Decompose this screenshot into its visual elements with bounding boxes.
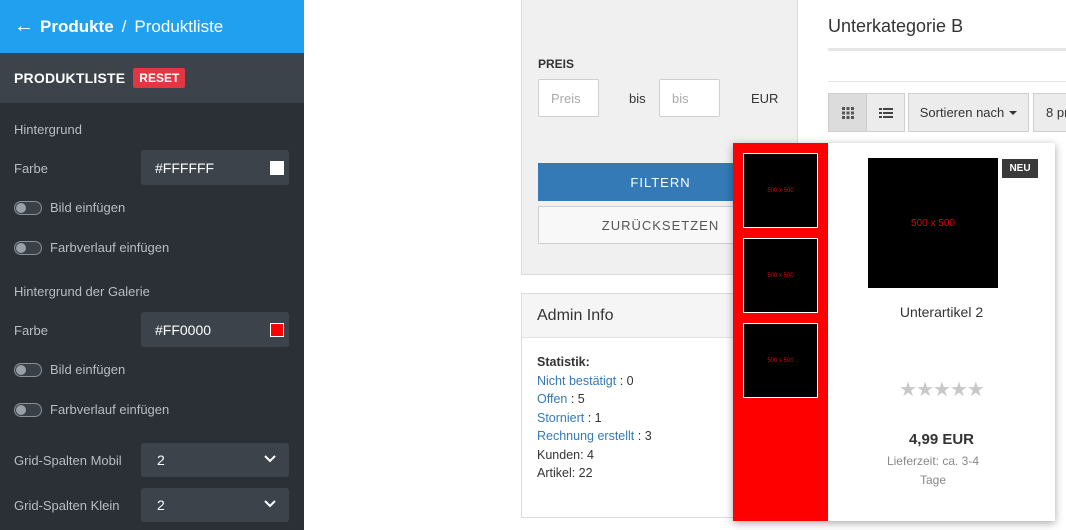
gallery-color-value: #FF0000 xyxy=(155,321,212,338)
customizer-sidebar: ← Produkte / Produktliste PRODUKTLISTE R… xyxy=(0,0,304,530)
grid-small-label: Grid-Spalten Klein xyxy=(14,498,120,513)
caret-down-icon xyxy=(1009,110,1018,115)
gallery-thumbnail[interactable]: 500 x 500 xyxy=(743,323,818,398)
sort-dropdown[interactable]: Sortieren nach xyxy=(908,93,1029,132)
arrow-left-icon[interactable]: ← xyxy=(14,15,34,38)
toggle-switch[interactable] xyxy=(14,362,42,377)
toggle-switch[interactable] xyxy=(14,240,42,255)
toggle-insert-image[interactable]: Bild einfügen xyxy=(14,200,125,215)
stat-value: : 3 xyxy=(634,429,652,443)
sort-label: Sortieren nach xyxy=(919,105,1005,120)
breadcrumb: ← Produkte / Produktliste xyxy=(0,0,304,53)
product-price: 4,99 EUR xyxy=(908,431,975,448)
list-view-button[interactable] xyxy=(866,93,905,132)
grid-mobile-label: Grid-Spalten Mobil xyxy=(14,453,122,468)
price-from-input[interactable]: Preis xyxy=(538,79,599,117)
toggle-switch[interactable] xyxy=(14,200,42,215)
product-image[interactable]: 500 x 500 xyxy=(868,158,998,288)
color-label: Farbe xyxy=(14,161,48,176)
color-label: Farbe xyxy=(14,323,48,338)
rating-stars: ★★★★★ xyxy=(899,379,985,401)
product-name[interactable]: Unterartikel 2 xyxy=(828,304,1055,320)
section-header: PRODUKTLISTE RESET xyxy=(0,53,304,103)
divider xyxy=(828,48,1066,51)
app-root: ← Produkte / Produktliste PRODUKTLISTE R… xyxy=(0,0,1066,530)
delivery-time: Lieferzeit: ca. 3-4 Tage xyxy=(886,454,980,487)
breadcrumb-products-link[interactable]: Produkte xyxy=(40,17,114,37)
chevron-down-icon xyxy=(264,455,276,463)
price-to-input[interactable]: bis xyxy=(659,79,720,117)
divider xyxy=(828,81,1066,82)
gallery-color-field[interactable]: #FF0000 xyxy=(141,312,289,347)
stat-value: : 5 xyxy=(567,392,585,406)
grid-small-value: 2 xyxy=(157,497,165,513)
breadcrumb-separator: / xyxy=(121,16,127,36)
per-page-dropdown[interactable]: 8 pr xyxy=(1033,93,1066,132)
list-icon xyxy=(878,107,893,118)
stat-value: : 4 xyxy=(580,447,595,462)
price-range-separator: bis xyxy=(629,91,646,106)
toggle-insert-gradient[interactable]: Farbverlauf einfügen xyxy=(14,240,169,255)
stat-value: : 1 xyxy=(584,410,602,425)
grid-small-select[interactable]: 2 xyxy=(141,488,289,522)
gallery-thumbnail[interactable]: 500 x 500 xyxy=(743,238,818,313)
background-color-field[interactable]: #FFFFFF xyxy=(141,150,289,185)
grid-mobile-value: 2 xyxy=(157,452,165,468)
grid-view-button[interactable] xyxy=(828,93,867,132)
toggle-label: Farbverlauf einfügen xyxy=(50,240,170,255)
color-swatch[interactable] xyxy=(270,323,284,337)
toggle-label: Bild einfügen xyxy=(50,362,126,377)
grid-mobile-select[interactable]: 2 xyxy=(141,443,289,477)
breadcrumb-current: Produktliste xyxy=(134,16,224,36)
toggle-gallery-gradient[interactable]: Farbverlauf einfügen xyxy=(14,402,169,417)
stat-label-articles: Artikel xyxy=(537,466,572,480)
stat-value: : 22 xyxy=(571,466,593,480)
reset-badge-button[interactable]: RESET xyxy=(133,68,186,88)
stat-value: : 0 xyxy=(616,373,634,388)
subcategory-title: Unterkategorie B xyxy=(828,16,964,36)
toggle-label: Farbverlauf einfügen xyxy=(50,402,170,417)
color-swatch[interactable] xyxy=(270,161,284,175)
background-section-label: Hintergrund xyxy=(14,122,82,137)
toggle-gallery-image[interactable]: Bild einfügen xyxy=(14,362,125,377)
stat-link-open[interactable]: Offen xyxy=(537,392,567,406)
product-gallery: 500 x 500 500 x 500 500 x 500 xyxy=(733,143,828,521)
grid-icon xyxy=(841,106,854,119)
stat-label-customers: Kunden xyxy=(537,447,581,462)
toggle-label: Bild einfügen xyxy=(50,200,126,215)
stat-link-unconfirmed[interactable]: Nicht bestätigt xyxy=(537,374,616,388)
gallery-background-section-label: Hintergrund der Galerie xyxy=(14,284,150,299)
stat-link-cancelled[interactable]: Storniert xyxy=(537,411,584,425)
toggle-switch[interactable] xyxy=(14,402,42,417)
section-title: PRODUKTLISTE xyxy=(14,70,126,86)
currency-label: EUR xyxy=(751,91,779,106)
chevron-down-icon xyxy=(264,500,276,508)
stat-link-invoiced[interactable]: Rechnung erstellt xyxy=(537,429,634,443)
new-badge: NEU xyxy=(1002,159,1038,178)
product-card[interactable]: 500 x 500 500 x 500 500 x 500 500 x 500 … xyxy=(733,143,1055,521)
background-color-value: #FFFFFF xyxy=(155,159,215,176)
price-label: PREIS xyxy=(538,57,575,71)
gallery-thumbnail[interactable]: 500 x 500 xyxy=(743,153,818,228)
